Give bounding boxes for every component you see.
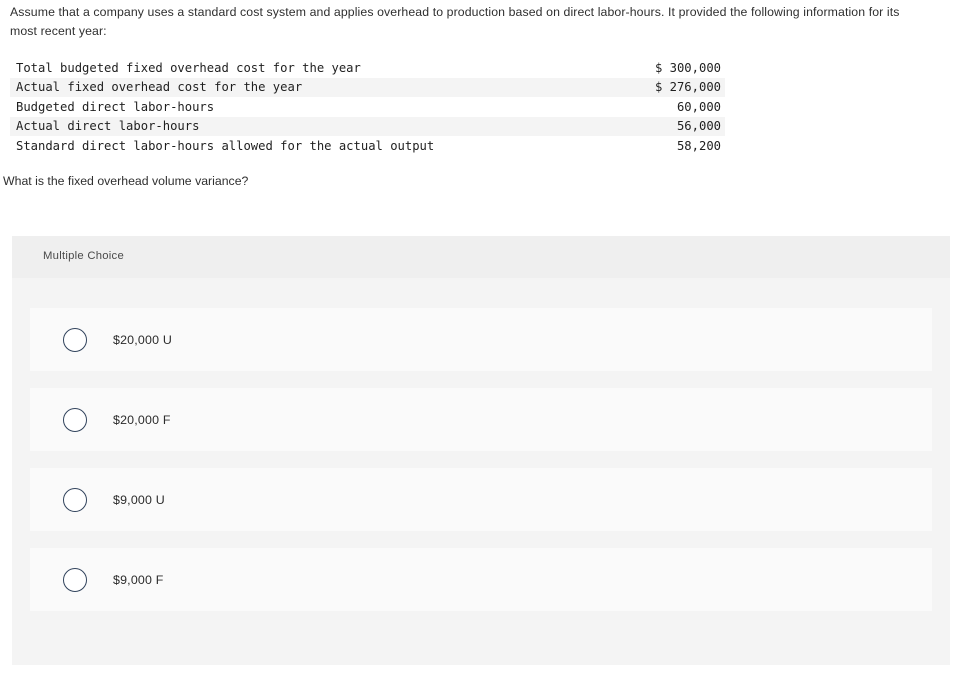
table-row-label: Budgeted direct labor-hours [16,99,215,114]
table-row: Total budgeted fixed overhead cost for t… [10,58,725,78]
table-row-label: Standard direct labor-hours allowed for … [16,138,435,153]
table-row: Actual direct labor-hours 56,000 [10,116,725,136]
table-row: Standard direct labor-hours allowed for … [10,136,725,156]
table-body: Total budgeted fixed overhead cost for t… [10,58,725,156]
answer-panel: Multiple Choice $20,000 U $20,000 F $9,000… [12,236,950,665]
answer-option[interactable]: $9,000 U [30,468,932,531]
table-row: Budgeted direct labor-hours 60,000 [10,97,725,117]
radio-button-icon[interactable] [63,567,87,592]
table-row-value: $ 300,000 [654,60,721,75]
radio-button-icon[interactable] [63,487,87,512]
financial-data-table: Total budgeted fixed overhead cost for t… [10,58,725,156]
table-row-value: 58,200 [676,138,721,153]
answer-type-label: Multiple Choice [43,250,124,262]
table-row-value: 56,000 [676,119,721,134]
question-stem: Assume that a company uses a standard co… [10,5,900,38]
options-list: $20,000 U $20,000 F $9,000 U $9,000 F [12,278,950,611]
answer-option[interactable]: $9,000 F [30,548,932,611]
table-row-value: $ 276,000 [654,80,721,95]
answer-option-label: $20,000 F [113,412,171,427]
table-row-label: Actual direct labor-hours [16,119,200,134]
answer-option[interactable]: $20,000 U [30,308,932,371]
table-row: Actual fixed overhead cost for the year $… [10,77,725,97]
answer-option-label: $9,000 U [113,492,165,507]
followup-question: What is the fixed overhead volume varian… [3,174,249,188]
answer-option-label: $9,000 F [113,572,164,587]
table-row-label: Total budgeted fixed overhead cost for t… [16,60,361,75]
table-row-value: 60,000 [676,99,721,114]
radio-button-icon[interactable] [63,407,87,432]
answer-option-label: $20,000 U [113,332,172,347]
radio-button-icon[interactable] [63,327,87,352]
answer-option[interactable]: $20,000 F [30,388,932,451]
answer-panel-header: Multiple Choice [12,236,950,278]
table-row-label: Actual fixed overhead cost for the year [16,80,303,95]
